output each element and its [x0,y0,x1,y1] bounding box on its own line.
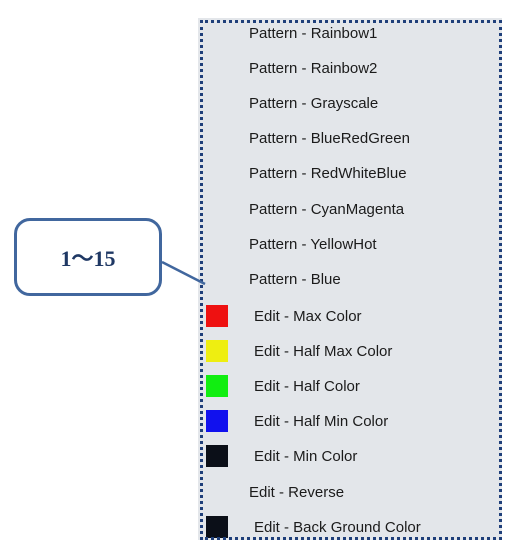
menu-item-label: Edit - Min Color [254,448,358,465]
menu-item[interactable]: Pattern - RedWhiteBlue [198,156,502,191]
menu-item[interactable]: Pattern - Rainbow1 [198,18,502,51]
menu-item-label: Edit - Reverse [249,484,345,501]
menu-item[interactable]: Edit - Min Color [198,439,502,474]
color-swatch-icon [206,445,228,467]
menu-item[interactable]: Pattern - BlueRedGreen [198,121,502,156]
menu-item[interactable]: Pattern - CyanMagenta [198,192,502,227]
menu-item[interactable]: Pattern - Rainbow2 [198,51,502,86]
menu-item[interactable]: Edit - Half Max Color [198,334,502,369]
callout-label: 1～15 [14,218,162,296]
menu-item-label: Pattern - RedWhiteBlue [249,165,407,182]
menu-item-label: Edit - Half Max Color [254,343,393,360]
menu-item-label: Edit - Back Ground Color [254,519,421,536]
menu-item[interactable]: Pattern - Blue [198,262,502,297]
menu-item[interactable]: Edit - Half Color [198,369,502,404]
menu-item-label: Pattern - Grayscale [249,95,379,112]
menu-item-label: Pattern - BlueRedGreen [249,130,410,147]
menu-item-label: Pattern - Rainbow1 [249,25,378,42]
menu-item[interactable]: Edit - Reverse [198,475,502,510]
color-swatch-icon [206,305,228,327]
menu-item-label: Edit - Half Min Color [254,413,389,430]
screenshot-stage: Pattern - Rainbow1 Pattern - Rainbow2 Patt… [0,0,515,542]
color-swatch-icon [206,375,228,397]
callout-text: 1～15 [60,246,116,271]
menu-item[interactable]: Edit - Half Min Color [198,404,502,439]
color-swatch-icon [206,516,228,538]
menu-item[interactable]: Edit - Max Color [198,299,502,334]
menu-item[interactable]: Pattern - Grayscale [198,86,502,121]
menu-item-label: Pattern - CyanMagenta [249,201,405,218]
color-swatch-icon [206,340,228,362]
menu-item[interactable]: Pattern - YellowHot [198,227,502,262]
colormap-context-menu: Pattern - Rainbow1 Pattern - Rainbow2 Patt… [198,18,502,540]
menu-item-label: Edit - Half Color [254,378,360,395]
menu-item-label: Pattern - Blue [249,271,341,288]
color-swatch-icon [206,410,228,432]
menu-item-label: Pattern - Rainbow2 [249,60,378,77]
menu-item[interactable]: Edit - Back Ground Color [198,510,502,540]
menu-item-label: Edit - Max Color [254,308,362,325]
menu-item-label: Pattern - YellowHot [249,236,377,253]
